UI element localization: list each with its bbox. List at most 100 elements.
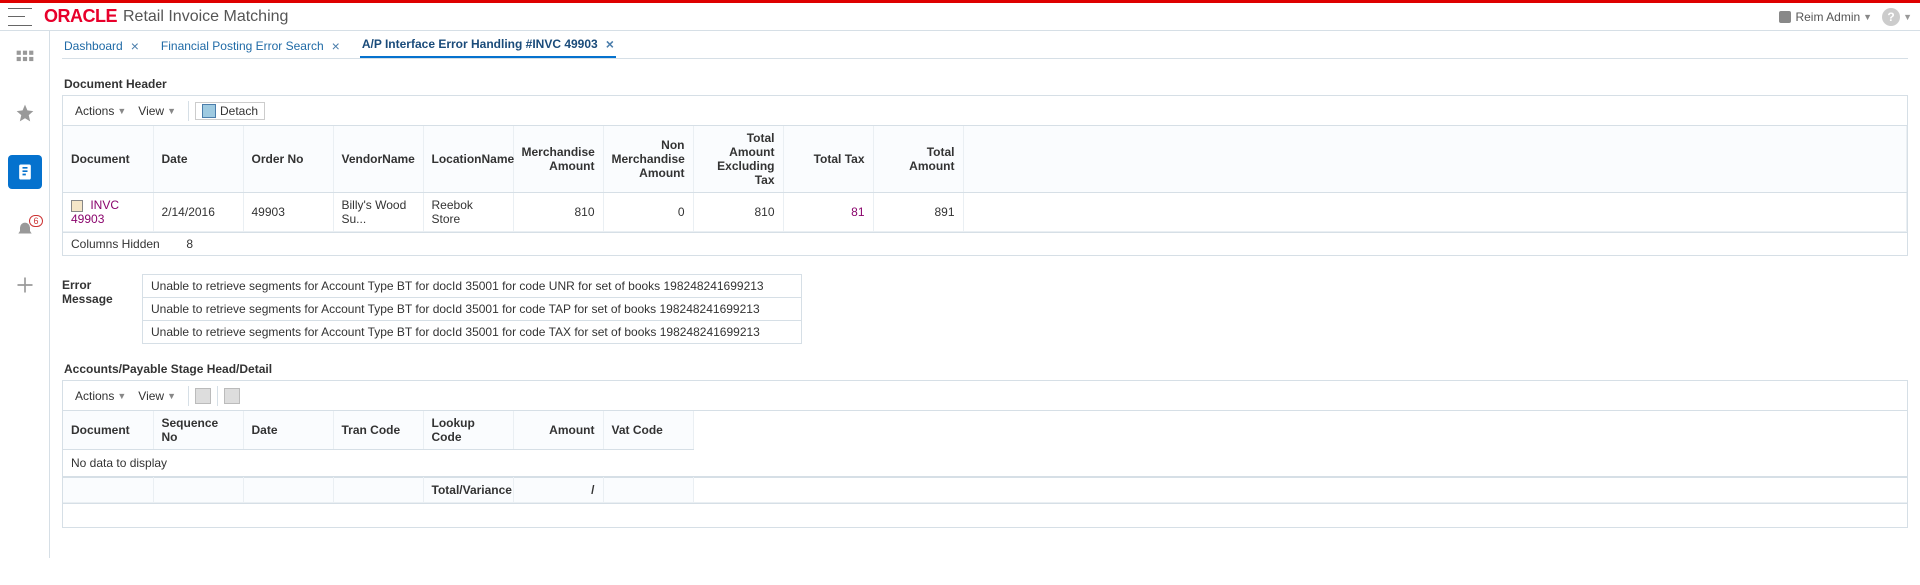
document-header-table: Document Date Order No VendorName Locati… bbox=[63, 126, 1907, 232]
col-spacer bbox=[963, 126, 1907, 193]
cell-nonmerch-amount: 0 bbox=[603, 193, 693, 232]
global-header: ORACLE Retail Invoice Matching Reim Admi… bbox=[0, 3, 1920, 31]
cell-spacer bbox=[963, 193, 1907, 232]
col-vat-code[interactable]: Vat Code bbox=[603, 411, 693, 450]
stage-panel: Actions▼ View▼ Document Seque bbox=[62, 380, 1908, 528]
document-icon bbox=[71, 200, 83, 212]
export-icon[interactable] bbox=[195, 388, 211, 404]
apps-icon[interactable] bbox=[13, 47, 37, 71]
col-order-no[interactable]: Order No bbox=[243, 126, 333, 193]
tab-label: Financial Posting Error Search bbox=[161, 39, 324, 53]
oracle-logo: ORACLE bbox=[44, 6, 117, 27]
close-icon[interactable]: × bbox=[606, 36, 614, 52]
content-area: Dashboard × Financial Posting Error Sear… bbox=[50, 31, 1920, 558]
add-icon[interactable] bbox=[13, 273, 37, 297]
detach-icon bbox=[202, 104, 216, 118]
view-menu[interactable]: View▼ bbox=[132, 389, 182, 403]
error-message-label: Error Message bbox=[62, 274, 142, 306]
stage-toolbar: Actions▼ View▼ bbox=[63, 381, 1907, 411]
user-icon bbox=[1779, 11, 1791, 23]
col-total-excl-tax[interactable]: Total Amount Excluding Tax bbox=[693, 126, 783, 193]
total-variance-label: Total/Variance bbox=[423, 478, 513, 503]
refresh-icon[interactable] bbox=[224, 388, 240, 404]
user-menu[interactable]: Reim Admin ▼ bbox=[1779, 10, 1872, 24]
tab-label: A/P Interface Error Handling #INVC 49903 bbox=[362, 37, 598, 51]
col-document[interactable]: Document bbox=[63, 126, 153, 193]
section-title-document-header: Document Header bbox=[64, 77, 1908, 91]
error-message-list: Unable to retrieve segments for Account … bbox=[142, 274, 802, 344]
tab-label: Dashboard bbox=[64, 39, 123, 53]
columns-hidden-count: 8 bbox=[186, 237, 193, 251]
document-header-panel: Actions▼ View▼ Detach bbox=[62, 95, 1908, 256]
caret-down-icon: ▼ bbox=[1903, 12, 1912, 22]
col-document[interactable]: Document bbox=[63, 411, 153, 450]
total-tax-link[interactable]: 81 bbox=[851, 205, 864, 219]
stage-footer bbox=[63, 503, 1907, 527]
detach-button[interactable]: Detach bbox=[195, 102, 265, 120]
cell-order-no: 49903 bbox=[243, 193, 333, 232]
table-row[interactable]: INVC 49903 2/14/2016 49903 Billy's Wood … bbox=[63, 193, 1907, 232]
side-rail: 6 bbox=[0, 31, 50, 558]
close-icon[interactable]: × bbox=[131, 38, 139, 54]
caret-down-icon: ▼ bbox=[117, 391, 126, 401]
no-data-message: No data to display bbox=[63, 450, 1907, 477]
toolbar-separator bbox=[217, 386, 218, 406]
document-header-toolbar: Actions▼ View▼ Detach bbox=[63, 96, 1907, 126]
col-total-amount[interactable]: Total Amount bbox=[873, 126, 963, 193]
cell-document: INVC 49903 bbox=[63, 193, 153, 232]
columns-hidden-label: Columns Hidden bbox=[71, 237, 160, 251]
col-amount[interactable]: Amount bbox=[513, 411, 603, 450]
app-title: Retail Invoice Matching bbox=[123, 8, 288, 26]
cell-total-excl-tax: 810 bbox=[693, 193, 783, 232]
caret-down-icon: ▼ bbox=[1863, 12, 1872, 22]
close-icon[interactable]: × bbox=[332, 38, 340, 54]
page-tabs: Dashboard × Financial Posting Error Sear… bbox=[62, 31, 1908, 59]
cell-total-amount: 891 bbox=[873, 193, 963, 232]
total-variance-amount: / bbox=[513, 478, 603, 503]
col-lookup-code[interactable]: Lookup Code bbox=[423, 411, 513, 450]
view-menu[interactable]: View▼ bbox=[132, 104, 182, 118]
col-date[interactable]: Date bbox=[153, 126, 243, 193]
col-spacer bbox=[693, 411, 1907, 450]
cell-total-tax: 81 bbox=[783, 193, 873, 232]
tab-dashboard[interactable]: Dashboard × bbox=[62, 34, 141, 58]
total-variance-row: Total/Variance / bbox=[63, 478, 1907, 503]
tasks-icon[interactable] bbox=[8, 155, 42, 189]
stage-table: Document Sequence No Date Tran Code Look… bbox=[63, 411, 1907, 450]
stage-total-table: Total/Variance / bbox=[63, 477, 1907, 503]
cell-merch-amount: 810 bbox=[513, 193, 603, 232]
star-icon[interactable] bbox=[13, 101, 37, 125]
toolbar-separator bbox=[188, 101, 189, 121]
section-title-stage: Accounts/Payable Stage Head/Detail bbox=[64, 362, 1908, 376]
table-header-row: Document Sequence No Date Tran Code Look… bbox=[63, 411, 1907, 450]
cell-date: 2/14/2016 bbox=[153, 193, 243, 232]
col-sequence-no[interactable]: Sequence No bbox=[153, 411, 243, 450]
toolbar-separator bbox=[188, 386, 189, 406]
error-section: Error Message Unable to retrieve segment… bbox=[62, 274, 1908, 344]
caret-down-icon: ▼ bbox=[167, 106, 176, 116]
document-header-footer: Columns Hidden 8 bbox=[63, 232, 1907, 255]
tab-ap-interface-error[interactable]: A/P Interface Error Handling #INVC 49903… bbox=[360, 32, 616, 58]
actions-menu[interactable]: Actions▼ bbox=[69, 104, 132, 118]
error-item: Unable to retrieve segments for Account … bbox=[143, 298, 801, 321]
notifications-icon[interactable]: 6 bbox=[13, 219, 37, 243]
cell-vendor: Billy's Wood Su... bbox=[333, 193, 423, 232]
actions-menu[interactable]: Actions▼ bbox=[69, 389, 132, 403]
col-vendor-name[interactable]: VendorName bbox=[333, 126, 423, 193]
error-item: Unable to retrieve segments for Account … bbox=[143, 275, 801, 298]
help-icon[interactable]: ? bbox=[1882, 8, 1900, 26]
col-merchandise-amount[interactable]: Merchandise Amount bbox=[513, 126, 603, 193]
col-non-merchandise-amount[interactable]: Non Merchandise Amount bbox=[603, 126, 693, 193]
cell-location: Reebok Store bbox=[423, 193, 513, 232]
col-date[interactable]: Date bbox=[243, 411, 333, 450]
error-item: Unable to retrieve segments for Account … bbox=[143, 321, 801, 343]
col-tran-code[interactable]: Tran Code bbox=[333, 411, 423, 450]
col-location-name[interactable]: LocationName bbox=[423, 126, 513, 193]
caret-down-icon: ▼ bbox=[117, 106, 126, 116]
user-name: Reim Admin bbox=[1795, 10, 1860, 24]
tab-financial-posting-error-search[interactable]: Financial Posting Error Search × bbox=[159, 34, 342, 58]
col-total-tax[interactable]: Total Tax bbox=[783, 126, 873, 193]
notification-badge: 6 bbox=[29, 215, 42, 227]
table-header-row: Document Date Order No VendorName Locati… bbox=[63, 126, 1907, 193]
menu-toggle-icon[interactable] bbox=[8, 8, 32, 26]
